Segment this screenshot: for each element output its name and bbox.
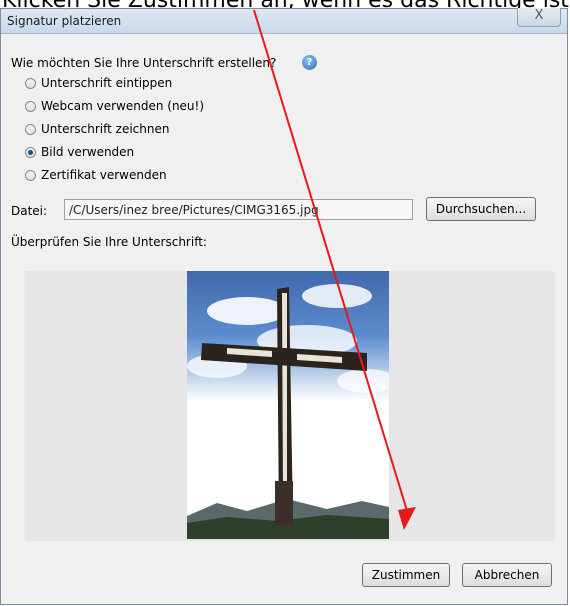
option-label: Zertifikat verwenden: [41, 168, 167, 182]
window-title: Signatur platzieren: [7, 14, 122, 28]
cancel-button[interactable]: Abbrechen: [462, 563, 552, 587]
close-button[interactable]: X: [517, 8, 561, 27]
accept-button[interactable]: Zustimmen: [362, 563, 450, 587]
signature-image: [187, 271, 389, 539]
review-label: Überprüfen Sie Ihre Unterschrift:: [11, 235, 207, 249]
radio-button[interactable]: [25, 123, 36, 135]
signature-dialog: Signatur platzieren X Wie möchten Sie Ih…: [0, 8, 568, 605]
option-webcam[interactable]: Webcam verwenden (neu!): [25, 98, 204, 114]
option-type-signature[interactable]: Unterschrift eintippen: [25, 75, 172, 91]
title-bar[interactable]: Signatur platzieren X: [1, 8, 567, 34]
radio-button[interactable]: [25, 169, 36, 181]
file-label: Datei:: [11, 204, 48, 218]
option-use-image[interactable]: Bild verwenden: [25, 144, 134, 160]
help-icon[interactable]: ?: [302, 55, 317, 70]
option-label: Webcam verwenden (neu!): [41, 99, 205, 113]
option-label: Unterschrift eintippen: [41, 76, 173, 90]
file-path-field[interactable]: [64, 199, 413, 220]
option-label: Unterschrift zeichnen: [41, 122, 170, 136]
radio-button-selected[interactable]: [25, 146, 36, 158]
question-label: Wie möchten Sie Ihre Unterschrift erstel…: [11, 56, 277, 70]
radio-button[interactable]: [25, 100, 36, 112]
option-certificate[interactable]: Zertifikat verwenden: [25, 167, 167, 183]
signature-preview: [25, 271, 555, 541]
browse-button[interactable]: Durchsuchen...: [426, 197, 536, 221]
radio-button[interactable]: [25, 77, 36, 89]
option-draw-signature[interactable]: Unterschrift zeichnen: [25, 121, 169, 137]
close-icon: X: [534, 8, 544, 23]
option-label: Bild verwenden: [41, 145, 135, 159]
